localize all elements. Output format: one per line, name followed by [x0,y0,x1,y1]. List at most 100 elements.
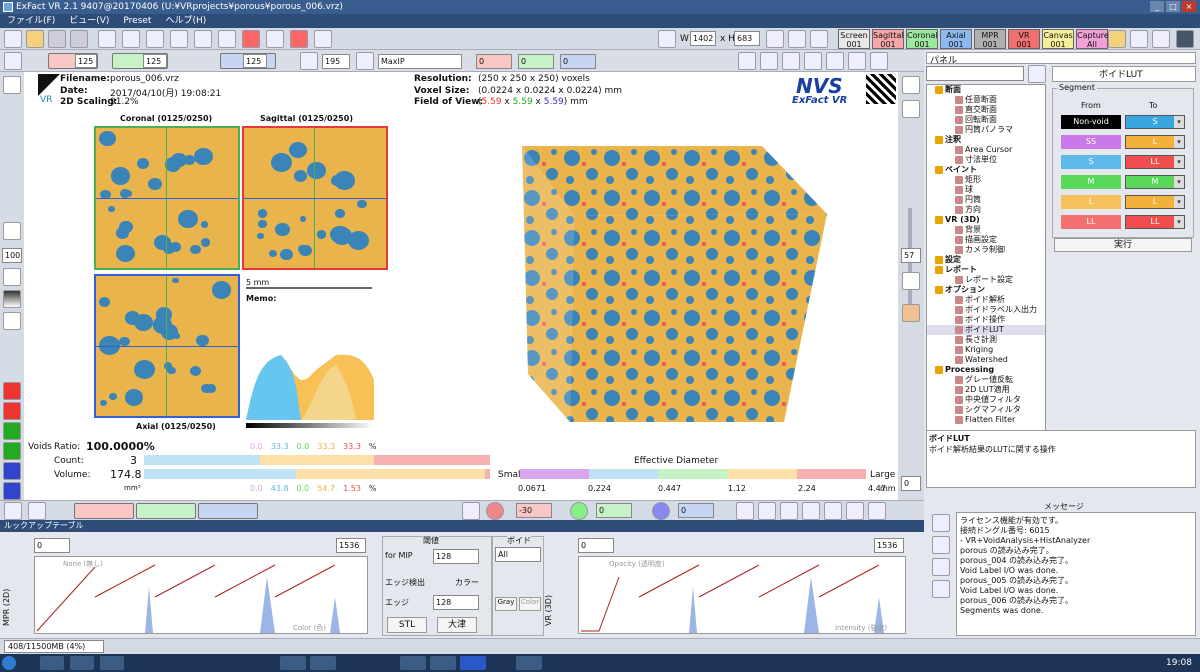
msg-up-icon[interactable] [932,514,950,532]
task-app-7[interactable] [430,656,456,670]
green-control[interactable] [136,503,196,519]
save-as-icon[interactable] [70,30,88,48]
msg-clear-icon[interactable] [932,536,950,554]
tree-item[interactable]: レポート [927,265,1045,275]
right-bottom-input[interactable]: 0 [901,476,921,491]
save-icon[interactable] [48,30,66,48]
view-button-sagittal[interactable]: Sagittal 001 [872,29,904,49]
tree-item[interactable]: Processing [927,365,1045,375]
green-offset-input[interactable]: 0 [518,54,554,69]
image-icon-2[interactable] [1152,30,1170,48]
right-zoom-input[interactable]: 57 [901,248,921,263]
tree-item[interactable]: 背景 [927,225,1045,235]
grid-icon[interactable] [3,312,21,330]
tree-item[interactable]: カメラ制御 [927,245,1045,255]
tree-item[interactable]: ボイドLUT [927,325,1045,335]
crosshair-horizontal[interactable] [96,198,238,199]
blue-offset-input[interactable]: 0 [560,54,596,69]
segment-to-select[interactable]: L ▾ [1125,135,1185,149]
tree-item[interactable]: ペイント [927,165,1045,175]
vr-lut-graph[interactable]: Opacity (透明度) Intensity (強度) [578,556,906,634]
coronal-slice-view[interactable] [94,126,240,270]
maximize-button[interactable]: □ [1166,1,1180,12]
rot-x-input[interactable]: -30 [516,503,552,518]
segment-to-select[interactable]: L ▾ [1125,195,1185,209]
reset-icon[interactable] [4,502,22,520]
view-icon-1[interactable] [736,502,754,520]
menu-preset[interactable]: Preset [116,14,158,28]
lips-icon[interactable] [902,304,920,322]
canvas-icon[interactable] [1108,30,1126,48]
tree-item[interactable]: 回転断面 [927,115,1045,125]
view-icon-5[interactable] [824,502,842,520]
tree-item[interactable]: Kriging [927,345,1045,355]
run-button[interactable]: 実行 [1054,238,1192,252]
edge-detect-checkbox[interactable]: エッジ検出 [385,577,425,588]
camera-rotate-icon[interactable] [28,502,46,520]
tool-icon-3[interactable] [782,52,800,70]
zoom-icon[interactable] [3,76,21,94]
tree-item[interactable]: オプション [927,285,1045,295]
fit-icon[interactable] [3,268,21,286]
vr-3d-volume[interactable] [522,146,832,426]
pdf-icon[interactable] [266,30,284,48]
segment-to-select[interactable]: S ▾ [1125,115,1185,129]
render-icon-3[interactable] [194,30,212,48]
task-app-8[interactable] [516,656,542,670]
tree-item[interactable]: 任意断面 [927,95,1045,105]
coronal-slice-input[interactable]: 125 [143,54,167,68]
zoom-icon-right[interactable] [902,100,920,118]
crosshair-horizontal[interactable] [96,346,238,347]
view-button-coronal[interactable]: Coronal 001 [906,29,938,49]
axial-slice-control[interactable]: 125 [220,53,276,69]
tree-item[interactable]: 設定 [927,255,1045,265]
task-app-3[interactable] [100,656,124,670]
sagittal-slice-input[interactable]: 125 [75,54,97,68]
eye-icon[interactable] [462,502,480,520]
rot-y-input[interactable]: 0 [596,503,632,518]
view-button-axial[interactable]: Axial 001 [940,29,972,49]
otsu-button[interactable]: 大津 [437,617,477,633]
vr-min-input[interactable]: 0 [578,538,614,553]
task-word[interactable] [460,656,486,670]
tree-item[interactable]: 注釈 [927,135,1045,145]
close-button[interactable]: × [1182,1,1196,12]
tool-icon-7[interactable] [870,52,888,70]
open-folder-icon[interactable] [26,30,44,48]
vr-max-input[interactable]: 1536 [874,538,904,553]
red-control[interactable] [74,503,134,519]
view-button-vr[interactable]: VR 001 [1008,29,1040,49]
thickness-input[interactable]: 195 [322,54,350,69]
start-icon[interactable] [2,656,16,670]
view-button-canvas[interactable]: Canvas 001 [1042,29,1074,49]
view-icon-6[interactable] [846,502,864,520]
lock-icon[interactable] [658,30,676,48]
crosshair-horizontal[interactable] [244,198,386,199]
sagittal-slice-control[interactable]: 125 [48,53,98,69]
blue-layer-icon-2[interactable] [3,482,21,500]
green-layer-icon[interactable] [3,422,21,440]
axial-slice-view[interactable] [94,274,240,418]
report-icon[interactable] [290,30,308,48]
tree-item[interactable]: 断面 [927,85,1045,95]
tree-item[interactable]: Flatten Filter [927,415,1045,425]
tree-item[interactable]: 直交断面 [927,105,1045,115]
task-app-6[interactable] [400,656,426,670]
view-icon-7[interactable] [868,502,886,520]
tree-item[interactable]: ボイドラベル入出力 [927,305,1045,315]
mpr-min-input[interactable]: 0 [34,538,70,553]
task-app-1[interactable] [40,656,64,670]
red-layer-icon[interactable] [3,382,21,400]
stl-button[interactable]: STL [387,617,427,633]
task-app-5[interactable] [310,656,336,670]
task-app-2[interactable] [70,656,94,670]
main-viewer[interactable]: VR Filename: porous_006.vrz Date: 2017/0… [24,72,898,500]
tree-item[interactable]: ボイド操作 [927,315,1045,325]
blue-layer-icon[interactable] [3,462,21,480]
tree-item[interactable]: 長さ計測 [927,335,1045,345]
search-icon[interactable] [1028,65,1046,83]
tree-item[interactable]: VR (3D) [927,215,1045,225]
red-offset-input[interactable]: 0 [476,54,512,69]
layout-icon-2[interactable] [788,30,806,48]
tool-icon-1[interactable] [738,52,756,70]
